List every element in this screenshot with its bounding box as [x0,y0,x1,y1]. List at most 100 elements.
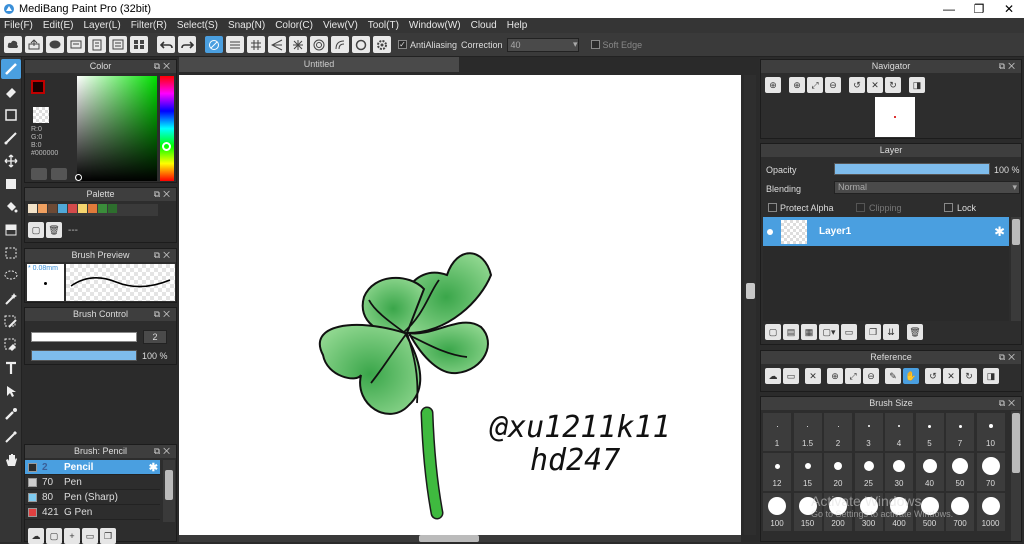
snap-concentric-icon[interactable] [310,36,328,53]
brush-size-option[interactable]: 1000 [976,493,1005,531]
list-icon[interactable] [109,36,127,53]
zoom-in-icon[interactable]: ⊕ [765,77,781,93]
dropper-tool-icon[interactable] [1,427,21,447]
brush-size-option[interactable]: 200 [824,493,852,531]
fit-screen-icon[interactable]: ⤢ [845,368,861,384]
zoom-out-icon[interactable]: ⊖ [825,77,841,93]
rectangle-tool-icon[interactable] [1,105,21,125]
layer-scroll-thumb[interactable] [1012,219,1020,245]
brush-size-scroll-thumb[interactable] [1012,413,1020,473]
menu-edit[interactable]: Edit(E) [43,20,74,31]
folder-icon[interactable]: ▭ [841,324,857,340]
menu-help[interactable]: Help [507,20,528,31]
maximize-button[interactable]: ❐ [964,2,994,16]
palette-swatch[interactable] [88,204,97,213]
palette-swatch[interactable] [78,204,87,213]
panel-controls-icon[interactable]: ⧉✕ [999,60,1018,73]
layer-list-scrollbar[interactable] [1011,217,1021,321]
new-8bit-layer-icon[interactable]: ▦ [801,324,817,340]
select-pen-icon[interactable] [1,312,21,332]
color-wheel-button[interactable] [51,168,67,180]
foreground-swatch[interactable] [31,80,45,94]
lock-checkbox[interactable] [944,203,953,212]
palette-swatch[interactable] [38,204,47,213]
brush-opacity-slider[interactable] [31,350,137,361]
brush-list-scroll-thumb[interactable] [165,470,173,500]
palette-swatch[interactable] [108,204,117,213]
panel-controls-icon[interactable]: ⧉✕ [154,249,173,262]
protect-alpha-checkbox[interactable] [768,203,777,212]
panel-controls-icon[interactable]: ⧉✕ [154,308,173,321]
brush-size-option[interactable]: 25 [854,453,883,491]
zoom-in-icon[interactable]: ⊕ [789,77,805,93]
bucket-tool-icon[interactable] [1,197,21,217]
cloud-icon[interactable] [4,36,22,53]
palette-swatch[interactable] [28,204,37,213]
lasso-icon[interactable] [1,266,21,286]
canvas-scroll-thumb[interactable] [746,283,755,299]
menu-file[interactable]: File(F) [4,20,33,31]
palette-swatch[interactable] [58,204,67,213]
brush-item-pen-sharp[interactable]: 80 Pen (Sharp) [25,490,160,505]
eyedropper-icon[interactable]: ✎ [885,368,901,384]
brush-list-scrollbar[interactable] [163,460,175,522]
palette-swatch[interactable] [98,204,107,213]
duplicate-layer-icon[interactable]: ❐ [865,324,881,340]
menu-snap[interactable]: Snap(N) [228,20,265,31]
panel-controls-icon[interactable]: ⧉✕ [154,60,173,73]
fit-screen-icon[interactable]: ⤢ [807,77,823,93]
brush-size-option[interactable]: 10 [976,413,1005,451]
brush-size-option[interactable]: 2 [824,413,852,451]
snap-off-icon[interactable] [205,36,223,53]
undo-icon[interactable] [157,36,175,53]
move-tool-icon[interactable] [1,151,21,171]
trash-icon[interactable]: 🗑 [46,222,62,238]
gear-icon[interactable]: ✱ [994,224,1005,240]
brush-size-option[interactable]: 15 [793,453,822,491]
panel-controls-icon[interactable]: ⧉✕ [999,397,1018,410]
brush-size-option[interactable]: 1.5 [793,413,822,451]
color-cursor[interactable] [75,174,82,181]
rotate-left-icon[interactable]: ↺ [925,368,941,384]
panel-controls-icon[interactable]: ⧉✕ [999,351,1018,364]
eyedropper-icon[interactable] [1,404,21,424]
redo-icon[interactable] [178,36,196,53]
fill-rectangle-icon[interactable] [1,174,21,194]
visibility-eye-icon[interactable] [767,228,773,235]
eraser-tool-icon[interactable] [1,82,21,102]
snap-circle-icon[interactable] [352,36,370,53]
brush-size-option[interactable]: 100 [763,493,791,531]
reset-rotate-icon[interactable]: ✕ [867,77,883,93]
snap-grid-icon[interactable] [247,36,265,53]
grid-layout-icon[interactable] [130,36,148,53]
brush-size-option[interactable]: 12 [763,453,791,491]
menu-layer[interactable]: Layer(L) [83,20,120,31]
flip-horizontal-icon[interactable]: ◨ [909,77,925,93]
brush-size-option[interactable]: 700 [946,493,974,531]
rotate-left-icon[interactable]: ↺ [849,77,865,93]
gradient-tool-icon[interactable] [1,220,21,240]
brush-size-option[interactable]: 150 [793,493,822,531]
close-button[interactable]: ✕ [994,2,1024,16]
brush-size-option[interactable]: 30 [885,453,913,491]
antialiasing-checkbox[interactable]: ✓ [398,40,407,49]
minimize-button[interactable]: — [934,2,964,16]
flip-horizontal-icon[interactable]: ◨ [983,368,999,384]
brush-size-option[interactable]: 300 [854,493,883,531]
menu-window[interactable]: Window(W) [409,20,461,31]
brush-size-option[interactable]: 1 [763,413,791,451]
brush-size-option[interactable]: 7 [946,413,974,451]
select-rect-icon[interactable] [1,243,21,263]
blending-select[interactable]: Normal ▾ [834,181,1020,194]
clipping-checkbox[interactable] [856,203,865,212]
layer-row[interactable]: Layer1 ✱ [763,217,1009,246]
select-eraser-icon[interactable] [1,335,21,355]
folder-open-icon[interactable]: ▭ [783,368,799,384]
zoom-in-icon[interactable]: ⊕ [827,368,843,384]
rotate-right-icon[interactable]: ↻ [885,77,901,93]
navigator-thumbnail[interactable] [875,97,915,137]
magic-wand-icon[interactable] [1,289,21,309]
menu-tool[interactable]: Tool(T) [368,20,399,31]
brush-size-option[interactable]: 40 [915,453,944,491]
brush-item-pencil[interactable]: 2 Pencil ✱ [25,460,160,475]
